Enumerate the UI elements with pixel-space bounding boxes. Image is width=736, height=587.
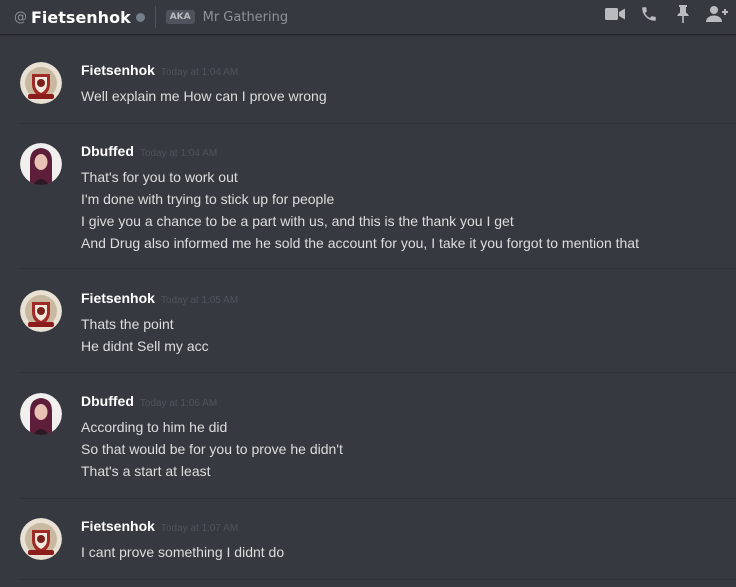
- header-divider: [154, 6, 156, 28]
- header-toolbar: [604, 0, 728, 28]
- message-line: I'm done with trying to stick up for peo…: [81, 191, 335, 207]
- message-content: According to him he did So that would be…: [81, 416, 343, 482]
- message-line: That's for you to work out: [81, 169, 238, 185]
- crest-avatar[interactable]: [20, 290, 62, 332]
- message-header: Fietsenhok Today at 1:07 AM: [81, 518, 238, 536]
- message-line: Thats the point: [81, 316, 174, 332]
- chat-header: @ Fietsenhok AKA Mr Gathering: [0, 0, 736, 34]
- at-symbol: @: [14, 9, 27, 25]
- message-line: That's a start at least: [81, 463, 211, 479]
- username[interactable]: Dbuffed: [81, 143, 134, 159]
- timestamp: Today at 1:07 AM: [160, 523, 239, 534]
- person-avatar[interactable]: [20, 143, 62, 185]
- message-line: I give you a chance to be a part with us…: [81, 213, 514, 229]
- username[interactable]: Dbuffed: [81, 393, 134, 409]
- aka-badge: AKA: [165, 10, 195, 24]
- message-content: Thats the point He didnt Sell my acc: [81, 313, 209, 357]
- add-friend-icon[interactable]: [706, 3, 728, 25]
- message-group: Fietsenhok Today at 1:05 AM Thats the po…: [0, 290, 736, 373]
- message-line: And Drug also informed me he sold the ac…: [81, 235, 639, 251]
- person-avatar[interactable]: [20, 393, 62, 435]
- username[interactable]: Fietsenhok: [81, 62, 155, 78]
- voice-call-icon[interactable]: [638, 3, 660, 25]
- message-content: Well explain me How can I prove wrong: [81, 85, 327, 107]
- message-header: Fietsenhok Today at 1:05 AM: [81, 290, 238, 308]
- pin-icon[interactable]: [672, 3, 694, 25]
- message-line: He didnt Sell my acc: [81, 338, 209, 354]
- channel-name: Fietsenhok: [31, 7, 131, 27]
- timestamp: Today at 1:04 AM: [160, 67, 239, 78]
- message-line: So that would be for you to prove he did…: [81, 441, 343, 457]
- message-header: Fietsenhok Today at 1:04 AM: [81, 62, 238, 80]
- message-content: I cant prove something I didnt do: [81, 541, 284, 563]
- message-content: That's for you to work out I'm done with…: [81, 166, 639, 254]
- username[interactable]: Fietsenhok: [81, 518, 155, 534]
- username[interactable]: Fietsenhok: [81, 290, 155, 306]
- crest-avatar[interactable]: [20, 62, 62, 104]
- video-call-icon[interactable]: [604, 3, 626, 25]
- message-group: Dbuffed Today at 1:06 AM According to hi…: [0, 393, 736, 499]
- message-header: Dbuffed Today at 1:04 AM: [81, 143, 217, 161]
- message-line: I cant prove something I didnt do: [81, 544, 285, 560]
- status-indicator: [135, 12, 145, 22]
- message-header: Dbuffed Today at 1:06 AM: [81, 393, 217, 411]
- message-group: Fietsenhok Today at 1:07 AM I cant prove…: [0, 518, 736, 580]
- aka-name: Mr Gathering: [202, 9, 289, 25]
- message-line: According to him he did: [81, 419, 228, 435]
- crest-avatar[interactable]: [20, 518, 62, 560]
- message-group: Dbuffed Today at 1:04 AM That's for you …: [0, 143, 736, 269]
- timestamp: Today at 1:06 AM: [139, 398, 218, 409]
- timestamp: Today at 1:05 AM: [160, 295, 239, 306]
- timestamp: Today at 1:04 AM: [139, 148, 218, 159]
- message-group: Fietsenhok Today at 1:04 AM Well explain…: [0, 62, 736, 124]
- message-line: Well explain me How can I prove wrong: [81, 88, 327, 104]
